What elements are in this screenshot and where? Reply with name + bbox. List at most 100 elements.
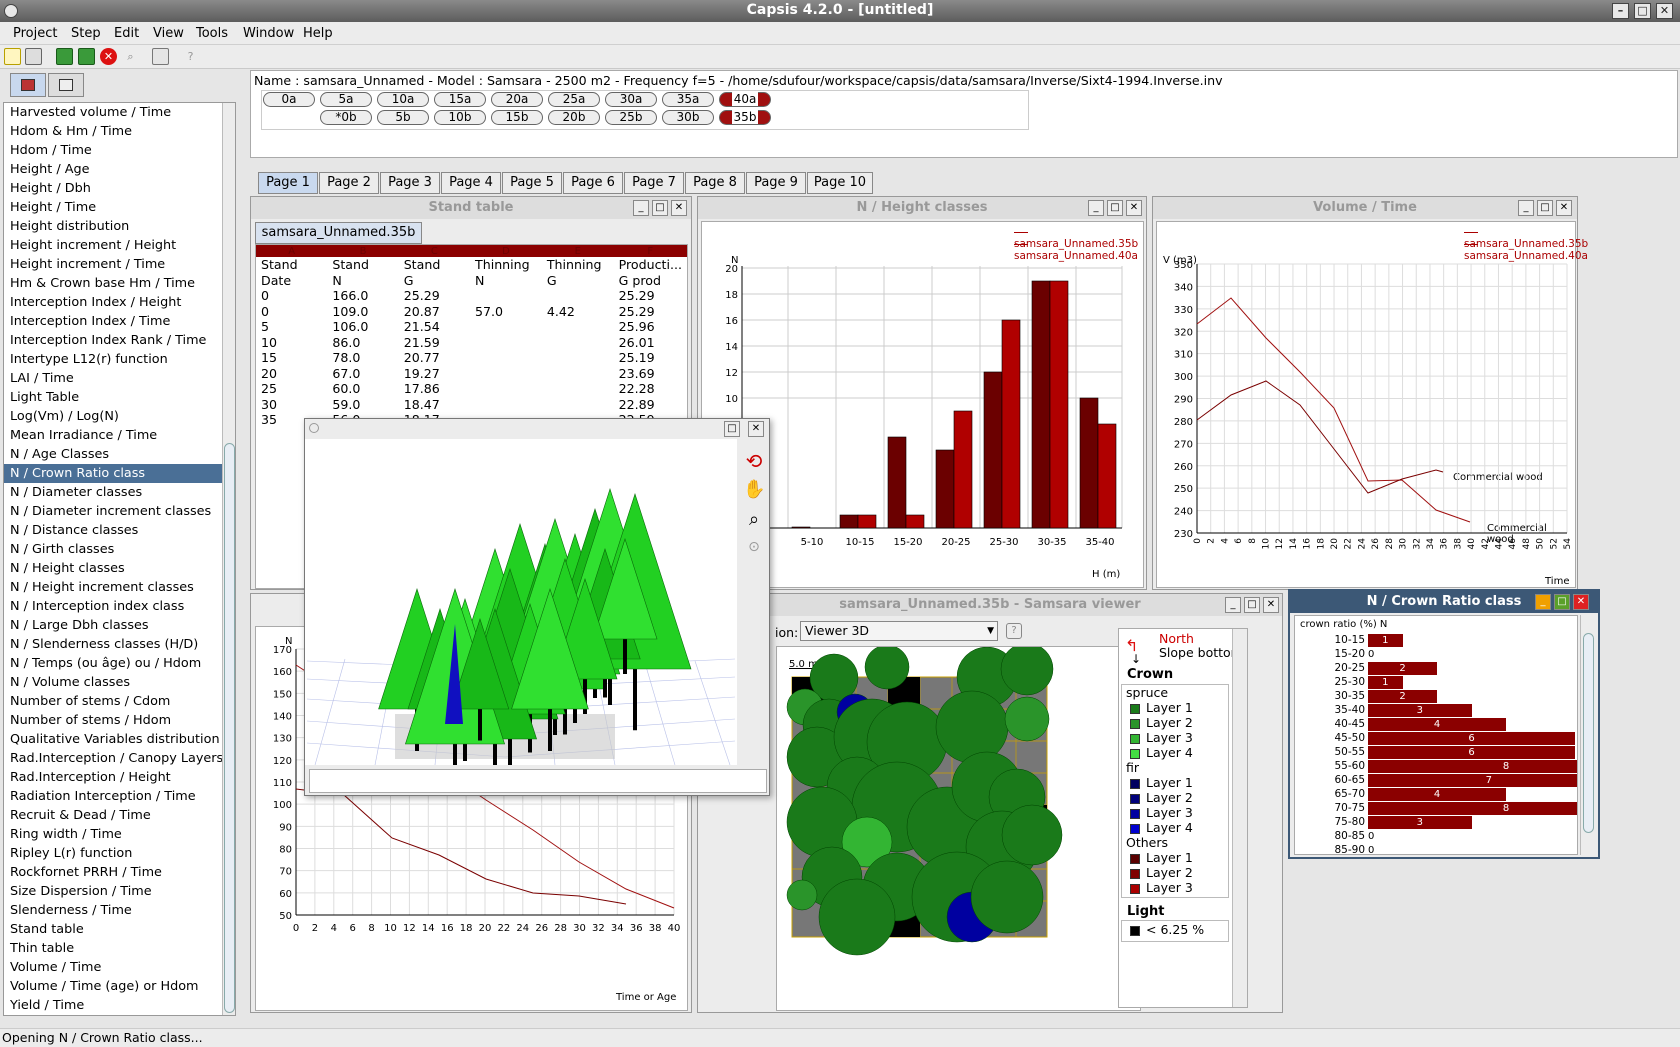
table-cell[interactable]: 15 xyxy=(256,350,327,366)
table-cell[interactable] xyxy=(470,288,542,304)
frame-close-icon[interactable]: ✕ xyxy=(1126,200,1142,216)
table-cell[interactable]: 5 xyxy=(256,319,327,335)
extension-item[interactable]: Hdom / Time xyxy=(4,141,235,160)
table-cell[interactable]: 19.27 xyxy=(399,366,470,382)
frame-maximize-icon[interactable]: □ xyxy=(1537,200,1553,216)
extension-item[interactable]: Hm & Crown base Hm / Time xyxy=(4,274,235,293)
table-cell[interactable]: G xyxy=(399,273,470,289)
viewer-combo[interactable]: Viewer 3D ▼ xyxy=(800,621,998,641)
zoom-reset-icon[interactable]: ⊙ xyxy=(743,539,765,561)
menu-window[interactable]: Window xyxy=(243,26,294,41)
extension-item[interactable]: Ring width / Time xyxy=(4,825,235,844)
window-menu-icon[interactable] xyxy=(4,4,18,18)
page-tab[interactable]: Page 4 xyxy=(441,172,501,194)
extension-item[interactable]: N / Height classes xyxy=(4,559,235,578)
extension-item[interactable]: Intertype L12(r) function xyxy=(4,350,235,369)
extension-item[interactable]: Number of stems / Hdom xyxy=(4,711,235,730)
frame-maximize-icon[interactable]: □ xyxy=(1554,594,1570,610)
extension-item[interactable]: Rockfornet PRRH / Time xyxy=(4,863,235,882)
table-cell[interactable]: Thinning xyxy=(470,257,542,273)
extension-item[interactable]: Height increment / Time xyxy=(4,255,235,274)
extension-item[interactable]: N / Distance classes xyxy=(4,521,235,540)
menu-step[interactable]: Step xyxy=(71,26,101,41)
zoom-icon[interactable]: ⌕ xyxy=(743,509,765,531)
step-button[interactable]: 35a xyxy=(662,92,714,107)
extension-item[interactable]: Interception Index / Time xyxy=(4,312,235,331)
table-cell[interactable]: 106.0 xyxy=(327,319,398,335)
table-cell[interactable]: A xyxy=(256,245,328,257)
stand-table-tab[interactable]: samsara_Unnamed.35b xyxy=(255,222,422,244)
extension-tab-graphs[interactable] xyxy=(10,73,46,97)
extension-item[interactable]: Interception Index / Height xyxy=(4,293,235,312)
stop-icon[interactable]: ✕ xyxy=(100,48,117,65)
extension-item[interactable]: N / Height increment classes xyxy=(4,578,235,597)
step-evolve-icon[interactable] xyxy=(78,48,95,65)
table-cell[interactable]: 23.69 xyxy=(614,366,687,382)
page-tab[interactable]: Page 2 xyxy=(319,172,379,194)
viewer-2d-panel[interactable]: i 5.0 m xyxy=(776,646,1141,1011)
table-cell[interactable]: G prod xyxy=(614,273,687,289)
extension-item[interactable]: Recruit & Dead / Time xyxy=(4,806,235,825)
table-cell[interactable]: Stand xyxy=(327,257,398,273)
extension-tab-tools[interactable] xyxy=(48,73,84,97)
table-cell[interactable]: 30 xyxy=(256,397,327,413)
extension-item[interactable]: N / Temps (ou âge) ou / Hdom xyxy=(4,654,235,673)
step-button[interactable]: 10b xyxy=(434,110,486,125)
table-cell[interactable]: 4.42 xyxy=(542,304,614,320)
table-cell[interactable] xyxy=(542,397,614,413)
table-cell[interactable] xyxy=(542,381,614,397)
viewer-help-icon[interactable]: ? xyxy=(1006,623,1022,639)
extension-item[interactable]: Number of stems / Cdom xyxy=(4,692,235,711)
extension-item[interactable]: Light Table xyxy=(4,388,235,407)
table-cell[interactable] xyxy=(542,335,614,351)
legend-scrollbar[interactable] xyxy=(1232,629,1247,1007)
extension-item[interactable]: Height / Time xyxy=(4,198,235,217)
table-cell[interactable]: Stand xyxy=(256,257,327,273)
rotate-icon[interactable]: ⟲ xyxy=(743,449,765,473)
table-cell[interactable]: 20.77 xyxy=(399,350,470,366)
table-cell[interactable]: 26.01 xyxy=(614,335,687,351)
extension-item[interactable]: N / Girth classes xyxy=(4,540,235,559)
extension-item[interactable]: Mean Irradiance / Time xyxy=(4,426,235,445)
table-cell[interactable]: B xyxy=(327,245,399,257)
table-cell[interactable]: 17.86 xyxy=(399,381,470,397)
frame-close-icon[interactable]: ✕ xyxy=(671,200,687,216)
step-button[interactable]: 5b xyxy=(377,110,429,125)
maximize-icon[interactable]: □ xyxy=(1634,3,1651,19)
table-cell[interactable]: Thinning xyxy=(542,257,614,273)
table-cell[interactable]: 78.0 xyxy=(327,350,398,366)
table-cell[interactable]: 22.28 xyxy=(614,381,687,397)
page-tab[interactable]: Page 1 xyxy=(258,172,318,194)
table-cell[interactable]: 0 xyxy=(256,288,327,304)
frame-close-icon[interactable]: ✕ xyxy=(1263,597,1279,613)
frame-maximize-icon[interactable]: □ xyxy=(652,200,668,216)
tree-view-icon[interactable] xyxy=(152,48,169,65)
extension-item[interactable]: Radiation Interception / Time xyxy=(4,787,235,806)
extension-item[interactable]: Rad.Interception / Height xyxy=(4,768,235,787)
extension-item[interactable]: N / Volume classes xyxy=(4,673,235,692)
crown-ratio-scrollbar[interactable] xyxy=(1580,615,1596,855)
frame-minimize-icon[interactable]: _ xyxy=(633,200,649,216)
table-cell[interactable]: 21.54 xyxy=(399,319,470,335)
table-cell[interactable]: N xyxy=(470,273,542,289)
menu-help[interactable]: Help xyxy=(303,26,333,41)
step-button[interactable]: 25a xyxy=(548,92,600,107)
extension-item[interactable]: N / Slenderness classes (H/D) xyxy=(4,635,235,654)
table-cell[interactable]: 57.0 xyxy=(470,304,542,320)
table-cell[interactable]: 20.87 xyxy=(399,304,470,320)
table-cell[interactable] xyxy=(470,381,542,397)
frame-close-icon[interactable]: ✕ xyxy=(748,421,764,437)
table-cell[interactable]: 18.47 xyxy=(399,397,470,413)
extension-item[interactable]: Interception Index Rank / Time xyxy=(4,331,235,350)
extension-item[interactable]: N / Large Dbh classes xyxy=(4,616,235,635)
table-cell[interactable]: 60.0 xyxy=(327,381,398,397)
close-icon[interactable]: ✕ xyxy=(1656,3,1673,19)
frame-minimize-icon[interactable]: _ xyxy=(1225,597,1241,613)
viewer-3d-canvas[interactable] xyxy=(305,439,737,799)
table-cell[interactable]: 86.0 xyxy=(327,335,398,351)
open-project-icon[interactable] xyxy=(25,48,42,65)
table-cell[interactable]: 25.29 xyxy=(399,288,470,304)
frame-close-icon[interactable]: ✕ xyxy=(1556,200,1572,216)
help-icon[interactable]: ? xyxy=(182,48,199,65)
step-button[interactable]: *0b xyxy=(320,110,372,125)
